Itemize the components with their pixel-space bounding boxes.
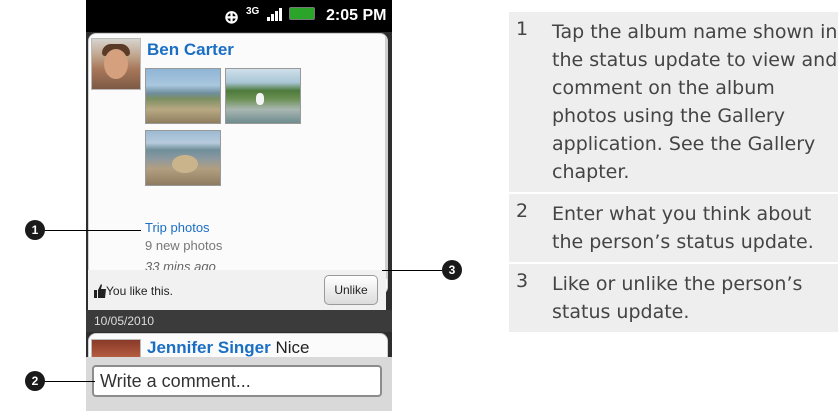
avatar[interactable] <box>91 38 141 90</box>
album-photo[interactable] <box>145 130 221 186</box>
post-text-start: Nice <box>275 338 310 357</box>
status-update-card: Ben Carter Trip photos 9 new photos 33 m… <box>88 33 388 295</box>
status-time: 2:05 PM <box>326 7 387 24</box>
callout-description-table: 1 Tap the album name shown in the status… <box>509 12 838 332</box>
phone-screen: ⊕ 3G 2:05 PM Ben Carter Trip photos 9 ne… <box>86 0 392 411</box>
row-description: Enter what you think about the person’s … <box>552 203 814 253</box>
album-link[interactable]: Trip photos <box>145 220 210 235</box>
sync-icon: ⊕ <box>224 7 240 27</box>
row-number: 3 <box>516 270 529 292</box>
post-text: Jennifer Singer Nice <box>147 338 310 358</box>
date-separator: 10/05/2010 <box>86 310 392 332</box>
table-row: 1 Tap the album name shown in the status… <box>509 12 838 194</box>
comment-input[interactable]: Write a comment... <box>92 365 382 397</box>
like-status: You like this. <box>106 284 173 298</box>
battery-icon <box>289 7 315 20</box>
row-number: 2 <box>516 200 529 222</box>
leader-line <box>45 381 95 382</box>
status-bar: ⊕ 3G 2:05 PM <box>86 0 392 32</box>
row-description: Like or unlike the person’s status updat… <box>552 273 803 323</box>
album-photo[interactable] <box>145 68 221 124</box>
signal-icon <box>267 7 283 21</box>
table-row: 3 Like or unlike the person’s status upd… <box>509 264 838 332</box>
network-type-indicator: 3G <box>246 6 260 17</box>
callout-1: 1 <box>25 220 45 240</box>
leader-line <box>45 230 141 231</box>
photo-count: 9 new photos <box>145 238 223 253</box>
callout-2: 2 <box>25 371 45 391</box>
like-bar: You like this. Unlike <box>88 270 386 311</box>
scrollbar[interactable] <box>385 34 387 279</box>
album-photo[interactable] <box>225 68 301 124</box>
thumbs-up-icon <box>94 284 106 298</box>
callout-3: 3 <box>442 260 462 280</box>
table-row: 2 Enter what you think about the person’… <box>509 194 838 264</box>
row-number: 1 <box>516 18 529 40</box>
author-name[interactable]: Ben Carter <box>147 40 234 60</box>
author-name[interactable]: Jennifer Singer <box>147 338 271 357</box>
row-description: Tap the album name shown in the status u… <box>552 21 838 183</box>
unlike-button[interactable]: Unlike <box>324 275 378 305</box>
comment-bar: Write a comment... <box>86 357 392 411</box>
leader-line <box>382 270 442 271</box>
